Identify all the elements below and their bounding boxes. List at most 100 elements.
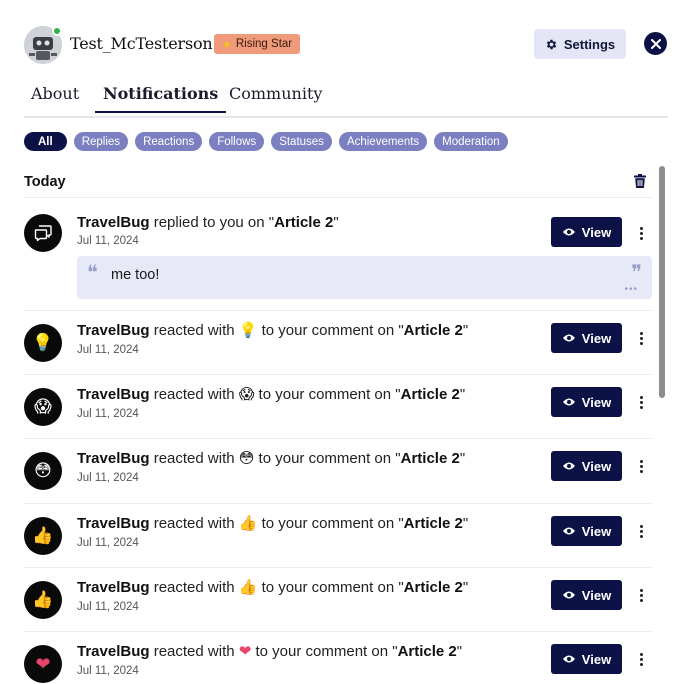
target-title[interactable]: Article 2	[398, 643, 457, 660]
notification-text: TravelBug reacted with 👍 to your comment…	[77, 579, 469, 596]
notification-filters: All Replies Reactions Follows Statuses A…	[24, 132, 508, 152]
notification-text: TravelBug reacted with 👍 to your comment…	[77, 515, 469, 532]
rank-badge: ★ Rising Star	[214, 34, 301, 54]
notification-date: Jul 11, 2024	[77, 344, 139, 356]
thumbs-up-icon: 👍	[24, 581, 62, 619]
notification-list: TravelBug replied to you on "Article 2" …	[24, 197, 652, 684]
heart-icon: ❤	[24, 645, 62, 683]
more-options-button[interactable]	[635, 329, 647, 347]
close-button[interactable]	[644, 32, 667, 55]
quote-open-icon: ❝	[87, 260, 98, 284]
badge-label: Rising Star	[235, 38, 293, 50]
reaction-emoji: 👍	[238, 579, 258, 596]
filter-all[interactable]: All	[24, 132, 67, 151]
notification-date: Jul 11, 2024	[77, 472, 139, 484]
more-options-button[interactable]	[635, 393, 647, 411]
target-title[interactable]: Article 2	[401, 450, 460, 467]
notification-date: Jul 11, 2024	[77, 665, 139, 677]
quote-text: me too!	[111, 267, 160, 283]
notification-text: TravelBug reacted with 💡 to your comment…	[77, 322, 469, 339]
reaction-emoji: 💡	[238, 322, 258, 339]
quote-close-icon: ❞	[631, 260, 642, 284]
flushed-face-icon: 😳	[24, 452, 62, 490]
actor-name[interactable]: TravelBug	[77, 214, 150, 231]
actor-name[interactable]: TravelBug	[77, 450, 150, 467]
scrollbar-thumb[interactable]	[659, 166, 665, 398]
target-title[interactable]: Article 2	[404, 579, 463, 596]
more-options-button[interactable]	[635, 457, 647, 475]
notification-text: TravelBug reacted with 😳 to your comment…	[77, 450, 466, 467]
filter-follows[interactable]: Follows	[209, 132, 265, 151]
profile-header: Test_McTesterson ★ Rising Star Settings	[24, 24, 668, 64]
eye-icon	[562, 655, 575, 663]
eye-icon	[562, 462, 575, 470]
actor-name[interactable]: TravelBug	[77, 322, 150, 339]
tab-notifications[interactable]: Notifications	[95, 84, 227, 113]
notification-date: Jul 11, 2024	[77, 235, 139, 247]
view-button[interactable]: View	[551, 387, 622, 417]
reaction-emoji: 👍	[238, 515, 258, 532]
notification-text: TravelBug replied to you on "Article 2"	[77, 214, 339, 231]
reaction-emoji: 😱	[238, 386, 255, 403]
settings-label: Settings	[563, 36, 616, 52]
actor-name[interactable]: TravelBug	[77, 579, 150, 596]
eye-icon	[562, 398, 575, 406]
eye-icon	[562, 527, 575, 535]
notification-date: Jul 11, 2024	[77, 601, 139, 613]
view-button[interactable]: View	[551, 451, 622, 481]
reply-quote: ❝ me too! ❞ •••	[77, 256, 652, 299]
view-button[interactable]: View	[551, 217, 622, 247]
eye-icon	[562, 228, 575, 236]
more-options-button[interactable]	[635, 650, 647, 668]
reaction-emoji: ❤	[238, 643, 252, 660]
notification-text: TravelBug reacted with ❤ to your comment…	[77, 643, 463, 660]
view-button[interactable]: View	[551, 323, 622, 353]
lightbulb-icon: 💡	[24, 324, 62, 362]
notification-date: Jul 11, 2024	[77, 537, 139, 549]
speech-bubbles-icon	[24, 214, 62, 252]
eye-icon	[562, 591, 575, 599]
notification-item: 😱 TravelBug reacted with 😱 to your comme…	[24, 375, 652, 439]
tab-about[interactable]: About	[31, 84, 79, 111]
filter-moderation[interactable]: Moderation	[434, 132, 508, 151]
more-options-button[interactable]	[635, 224, 647, 242]
target-title[interactable]: Article 2	[274, 214, 333, 231]
notification-date: Jul 11, 2024	[77, 408, 139, 420]
close-icon	[650, 38, 661, 49]
filter-reactions[interactable]: Reactions	[135, 132, 203, 151]
section-title: Today	[24, 174, 66, 190]
actor-name[interactable]: TravelBug	[77, 643, 150, 660]
ellipsis-icon: •••	[624, 284, 638, 295]
more-options-button[interactable]	[635, 586, 647, 604]
eye-icon	[562, 334, 575, 342]
reaction-emoji: 😳	[238, 450, 255, 467]
view-button[interactable]: View	[551, 516, 622, 546]
target-title[interactable]: Article 2	[404, 515, 463, 532]
notification-item: TravelBug replied to you on "Article 2" …	[24, 198, 652, 311]
notification-item: ❤ TravelBug reacted with ❤ to your comme…	[24, 632, 652, 684]
notification-item: 😳 TravelBug reacted with 😳 to your comme…	[24, 439, 652, 504]
settings-button[interactable]: Settings	[534, 29, 626, 59]
notification-text: TravelBug reacted with 😱 to your comment…	[77, 386, 466, 403]
view-button[interactable]: View	[551, 580, 622, 610]
actor-name[interactable]: TravelBug	[77, 386, 150, 403]
filter-statuses[interactable]: Statuses	[271, 132, 332, 151]
filter-achievements[interactable]: Achievements	[338, 132, 428, 151]
notification-item: 👍 TravelBug reacted with 👍 to your comme…	[24, 504, 652, 568]
target-title[interactable]: Article 2	[401, 386, 460, 403]
trash-icon	[634, 174, 646, 188]
gear-icon	[546, 39, 557, 49]
tab-community[interactable]: Community	[229, 84, 322, 111]
profile-tabs: About Notifications Community	[24, 84, 668, 118]
username: Test_McTesterson	[70, 34, 213, 53]
section-header: Today	[24, 172, 652, 196]
target-title[interactable]: Article 2	[404, 322, 463, 339]
clear-notifications-button[interactable]	[634, 174, 646, 193]
online-status-dot	[52, 26, 62, 36]
view-button[interactable]: View	[551, 644, 622, 674]
notification-item: 👍 TravelBug reacted with 👍 to your comme…	[24, 568, 652, 632]
notification-item: 💡 TravelBug reacted with 💡 to your comme…	[24, 311, 652, 375]
more-options-button[interactable]	[635, 522, 647, 540]
filter-replies[interactable]: Replies	[73, 132, 129, 151]
actor-name[interactable]: TravelBug	[77, 515, 150, 532]
